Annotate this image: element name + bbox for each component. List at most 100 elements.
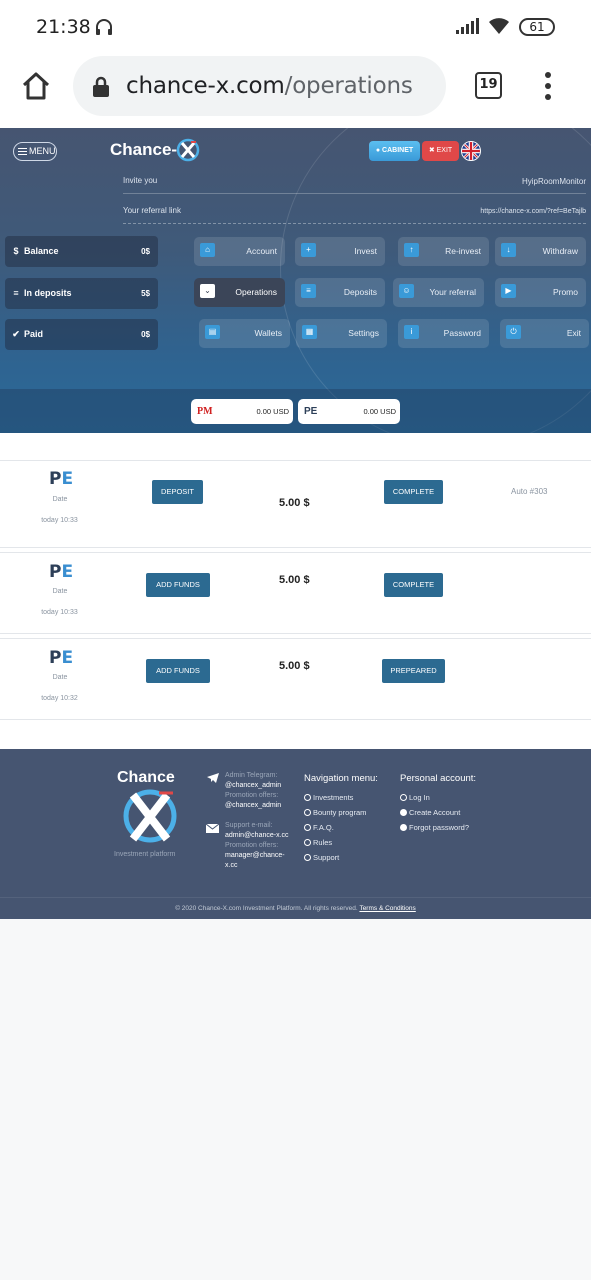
wifi-icon (489, 18, 509, 34)
mail-icon (206, 823, 219, 833)
payeer-logo: PE (49, 562, 74, 582)
copyright-bar: © 2020 Chance-X.com Investment Platform.… (0, 897, 591, 919)
wallet-icon: ▤ (205, 325, 220, 339)
url-text[interactable]: chance-x.com/operations (126, 73, 413, 99)
footer-link-bounty[interactable]: Bounty program (304, 805, 366, 820)
operation-reference: Auto #303 (511, 487, 548, 496)
operation-row: PE Date today 10:33 ADD FUNDS 5.00 $ COM… (0, 552, 591, 634)
list-icon: ≡ (301, 284, 316, 298)
plus-icon (400, 809, 407, 816)
nav-deposits[interactable]: ≡ Deposits (295, 278, 385, 307)
footer-link-faq[interactable]: F.A.Q. (304, 820, 366, 835)
nav-password[interactable]: i Password (398, 319, 489, 348)
uk-flag-icon[interactable] (461, 141, 481, 161)
circle-icon (304, 839, 311, 846)
logo-x-icon[interactable] (176, 138, 200, 162)
footer-link-login[interactable]: Log In (400, 790, 469, 805)
circle-icon (304, 824, 311, 831)
footer-account-list: Log In Create Account Forgot password? (400, 790, 469, 835)
support-email-link[interactable]: admin@chance-x.cc (225, 831, 291, 841)
telegram-admin-link[interactable]: @chancex_admin (225, 781, 281, 791)
operation-amount: 5.00 $ (279, 660, 310, 672)
info-icon: i (404, 325, 419, 339)
operation-status-badge: PREPEARED (382, 659, 445, 683)
nav-wallets[interactable]: ▤ Wallets (199, 319, 290, 348)
wallet-strip (0, 389, 591, 433)
telegram-contacts: Admin Telegram: @chancex_admin Promotion… (225, 772, 282, 811)
circle-icon (304, 794, 311, 801)
footer-link-create-account[interactable]: Create Account (400, 805, 469, 820)
email-contacts: Support e-mail: admin@chance-x.cc Promot… (225, 821, 291, 871)
battery-icon: 61 (519, 18, 555, 36)
promo-email-link[interactable]: manager@chance-x.cc (225, 851, 291, 871)
site-logo-text[interactable]: Chance- (110, 140, 177, 160)
footer-brand[interactable]: Chance (117, 769, 175, 787)
nav-withdraw[interactable]: ↓ Withdraw (495, 237, 586, 266)
wallet-pe: PE 0.00 USD (298, 399, 400, 424)
payeer-logo: PE (49, 469, 74, 489)
operation-row: PE Date today 10:33 DEPOSIT 5.00 $ COMPL… (0, 460, 591, 548)
in-deposits-stat: ≡ In deposits 5$ (5, 278, 158, 309)
operation-type-badge: ADD FUNDS (146, 573, 210, 597)
nav-operations[interactable]: ⌄ Operations (194, 278, 285, 307)
lock-icon[interactable] (92, 76, 110, 98)
payeer-logo: PE (49, 648, 74, 668)
chart-icon: ⌄ (200, 284, 215, 298)
plus-circle-icon: + (301, 243, 316, 257)
operation-status-badge: COMPLETE (384, 480, 443, 504)
menu-button[interactable]: MENU (13, 142, 57, 161)
footer-link-forgot-password[interactable]: Forgot password? (400, 820, 469, 835)
nav-invest[interactable]: + Invest (295, 237, 385, 266)
operation-status-badge: COMPLETE (384, 573, 443, 597)
id-card-icon: ▦ (302, 325, 317, 339)
footer-link-support[interactable]: Support (304, 850, 366, 865)
operation-type-badge: ADD FUNDS (146, 659, 210, 683)
cabinet-button[interactable]: ● CABINET (369, 141, 420, 161)
footer-tagline: Investment platform (114, 851, 176, 858)
exit-button[interactable]: ✖ EXIT (422, 141, 459, 161)
wallet-pm: PM 0.00 USD (191, 399, 293, 424)
footer-logo-icon[interactable] (121, 787, 179, 845)
browser-toolbar: chance-x.com/operations 19 (0, 54, 591, 126)
paid-stat: ✔ Paid 0$ (5, 319, 158, 350)
database-icon: ≡ (13, 288, 19, 298)
headset-icon (96, 19, 112, 35)
home-icon[interactable] (20, 70, 52, 102)
circle-icon (304, 854, 311, 861)
navigation-menu-title: Navigation menu: (304, 773, 378, 784)
nav-account[interactable]: ⌂ Account (194, 237, 285, 266)
megaphone-icon: ▶ (501, 284, 516, 298)
terms-link[interactable]: Terms & Conditions (359, 905, 415, 912)
referral-link-row[interactable]: Your referral link https://chance-x.com/?… (123, 206, 586, 224)
nav-settings[interactable]: ▦ Settings (296, 319, 387, 348)
footer-link-rules[interactable]: Rules (304, 835, 366, 850)
telegram-icon (207, 773, 219, 783)
footer-nav-list: Investments Bounty program F.A.Q. Rules … (304, 790, 366, 865)
personal-account-title: Personal account: (400, 773, 477, 784)
arrow-down-icon: ↓ (501, 243, 516, 257)
operation-time: today 10:32 (41, 695, 78, 702)
tab-switcher-button[interactable]: 19 (475, 72, 502, 99)
operation-row: PE Date today 10:32 ADD FUNDS 5.00 $ PRE… (0, 638, 591, 720)
status-bar: 21:38 61 (0, 0, 591, 54)
operation-time: today 10:33 (41, 609, 78, 616)
clock: 21:38 (36, 16, 91, 38)
footer-link-investments[interactable]: Investments (304, 790, 366, 805)
overflow-menu-icon[interactable] (545, 72, 551, 105)
site-footer: Chance Investment platform Admin Telegra… (0, 749, 591, 919)
operation-amount: 5.00 $ (279, 497, 310, 509)
balance-stat: $ Balance 0$ (5, 236, 158, 267)
signal-icon (456, 18, 479, 34)
arrow-up-icon: ↑ (404, 243, 419, 257)
nav-promo[interactable]: ▶ Promo (495, 278, 586, 307)
date-label: Date (52, 674, 68, 681)
info-icon (400, 824, 407, 831)
nav-your-referral[interactable]: ☺ Your referral (393, 278, 484, 307)
users-icon: ☺ (399, 284, 414, 298)
date-label: Date (52, 496, 68, 503)
nav-reinvest[interactable]: ↑ Re-invest (398, 237, 489, 266)
page-background (0, 919, 591, 1280)
nav-exit[interactable]: ⏻ Exit (500, 319, 589, 348)
check-circle-icon: ✔ (12, 329, 20, 339)
telegram-promo-link[interactable]: @chancex_admin (225, 801, 281, 811)
